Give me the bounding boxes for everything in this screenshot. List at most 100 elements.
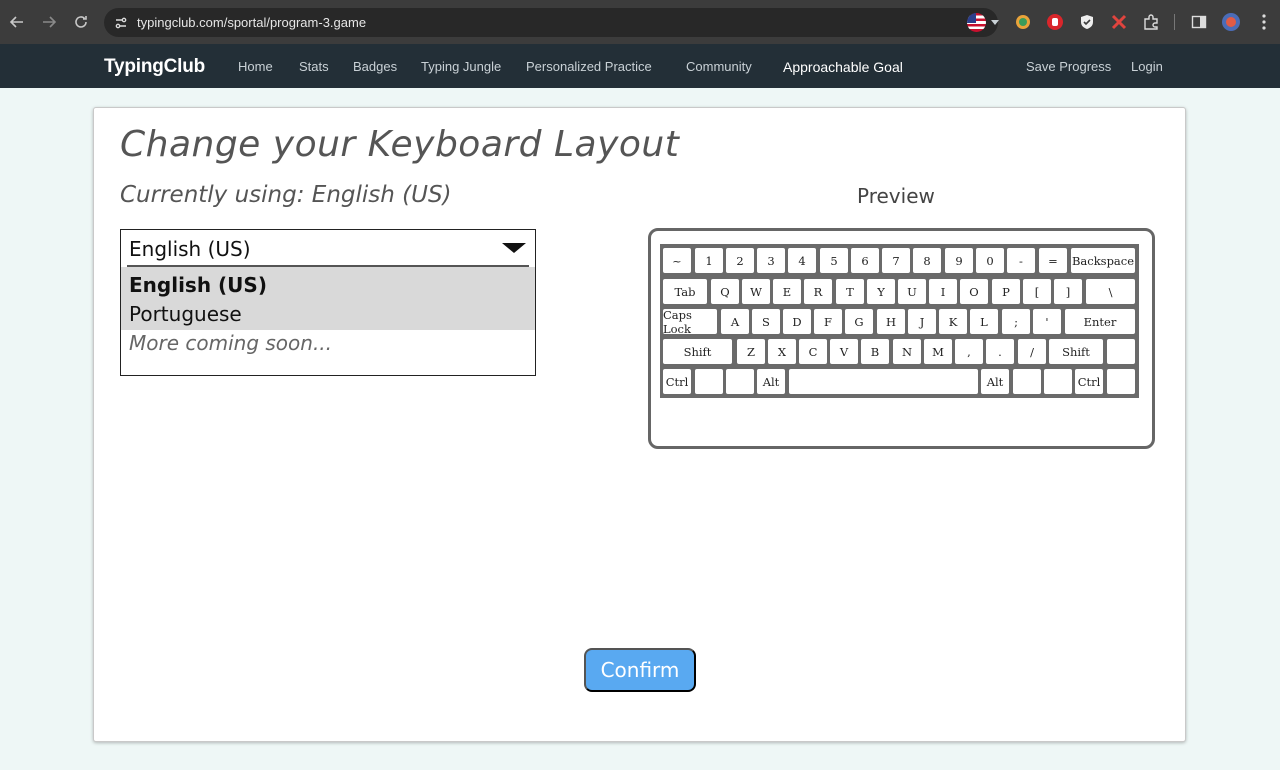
nav-community[interactable]: Community	[686, 59, 752, 74]
extensions-puzzle-icon[interactable]	[1141, 12, 1161, 32]
key: Alt	[981, 369, 1009, 394]
key: Enter	[1065, 309, 1135, 334]
side-panel-icon[interactable]	[1189, 12, 1209, 32]
key: 7	[882, 248, 910, 273]
extension-chart-icon[interactable]	[1013, 12, 1033, 32]
key: S	[752, 309, 780, 334]
key: ,	[955, 339, 983, 364]
key: F	[814, 309, 842, 334]
url-text[interactable]: typingclub.com/sportal/program-3.game	[137, 15, 366, 30]
key: E	[773, 279, 801, 304]
key: 4	[788, 248, 816, 273]
page-title: Change your Keyboard Layout	[120, 124, 680, 165]
key: =	[1039, 248, 1067, 273]
nav-login[interactable]: Login	[1131, 59, 1163, 74]
key: K	[939, 309, 967, 334]
key: Tab	[663, 279, 707, 304]
back-icon[interactable]	[1, 6, 33, 38]
key: M	[924, 339, 952, 364]
nav-personalized-practice[interactable]: Personalized Practice	[526, 59, 652, 74]
key: Ctrl	[663, 369, 691, 394]
key: ~	[663, 248, 691, 273]
key: Shift	[1049, 339, 1103, 364]
key	[695, 369, 723, 394]
key: Backspace	[1071, 248, 1135, 273]
extension-shield-icon[interactable]	[1077, 12, 1097, 32]
site-navbar: TypingClub Home Stats Badges Typing Jung…	[0, 44, 1280, 88]
key: Alt	[757, 369, 785, 394]
preview-label: Preview	[857, 184, 935, 208]
key: X	[768, 339, 796, 364]
key: V	[830, 339, 858, 364]
profile-avatar-icon[interactable]	[1221, 12, 1241, 32]
key: A	[721, 309, 749, 334]
key: .	[986, 339, 1014, 364]
option-english-us[interactable]: English (US)	[129, 273, 267, 297]
key: G	[845, 309, 873, 334]
more-coming-soon: More coming soon...	[129, 331, 333, 355]
key: W	[742, 279, 770, 304]
option-portuguese[interactable]: Portuguese	[129, 302, 242, 326]
site-settings-icon[interactable]	[112, 14, 130, 32]
dropdown-selected-value[interactable]: English (US)	[129, 237, 251, 261]
layout-dropdown[interactable]: English (US) English (US) Portuguese Mor…	[120, 229, 536, 376]
key: 9	[945, 248, 973, 273]
confirm-button[interactable]: Confirm	[584, 648, 696, 692]
key: U	[898, 279, 926, 304]
key: 6	[851, 248, 879, 273]
key: 3	[757, 248, 785, 273]
key: N	[893, 339, 921, 364]
extension-hand-icon[interactable]	[1045, 12, 1065, 32]
brand-logo[interactable]: TypingClub	[104, 56, 205, 78]
nav-stats[interactable]: Stats	[299, 59, 329, 74]
key: Q	[711, 279, 739, 304]
key: P	[992, 279, 1020, 304]
key: \	[1086, 279, 1135, 304]
key: [	[1023, 279, 1051, 304]
key: Shift	[663, 339, 732, 364]
language-caret-icon[interactable]	[991, 20, 999, 25]
extension-x-icon[interactable]	[1109, 12, 1129, 32]
key: D	[783, 309, 811, 334]
key: ;	[1002, 309, 1030, 334]
key	[1044, 369, 1072, 394]
key: /	[1018, 339, 1046, 364]
nav-typing-jungle[interactable]: Typing Jungle	[421, 59, 501, 74]
key	[1013, 369, 1041, 394]
nav-goal[interactable]: Approachable Goal	[783, 59, 903, 75]
dropdown-options: English (US) Portuguese	[121, 267, 535, 330]
key: Caps Lock	[663, 308, 717, 336]
key: 5	[820, 248, 848, 273]
key: I	[929, 279, 957, 304]
us-flag-icon[interactable]	[967, 13, 986, 32]
key: 8	[913, 248, 941, 273]
key: L	[970, 309, 998, 334]
key: 0	[976, 248, 1004, 273]
key: H	[877, 309, 905, 334]
key: O	[960, 279, 988, 304]
nav-home[interactable]: Home	[238, 59, 273, 74]
key	[789, 369, 978, 394]
nav-badges[interactable]: Badges	[353, 59, 397, 74]
key: 2	[726, 248, 754, 273]
key: '	[1033, 309, 1061, 334]
key	[1107, 339, 1135, 364]
key: ]	[1054, 279, 1082, 304]
reload-icon[interactable]	[65, 6, 97, 38]
key	[1107, 369, 1135, 394]
key: Y	[867, 279, 895, 304]
key: T	[836, 279, 864, 304]
key: J	[908, 309, 936, 334]
key: C	[799, 339, 827, 364]
key	[726, 369, 754, 394]
key: 1	[695, 248, 723, 273]
key: Ctrl	[1075, 369, 1103, 394]
key: R	[804, 279, 832, 304]
menu-kebab-icon[interactable]	[1254, 12, 1274, 32]
nav-save-progress[interactable]: Save Progress	[1026, 59, 1111, 74]
key: -	[1007, 248, 1035, 273]
address-bar[interactable]: typingclub.com/sportal/program-3.game	[104, 8, 998, 37]
forward-icon[interactable]	[33, 6, 65, 38]
toolbar-divider	[1174, 14, 1175, 30]
dropdown-caret-icon[interactable]	[502, 243, 526, 253]
